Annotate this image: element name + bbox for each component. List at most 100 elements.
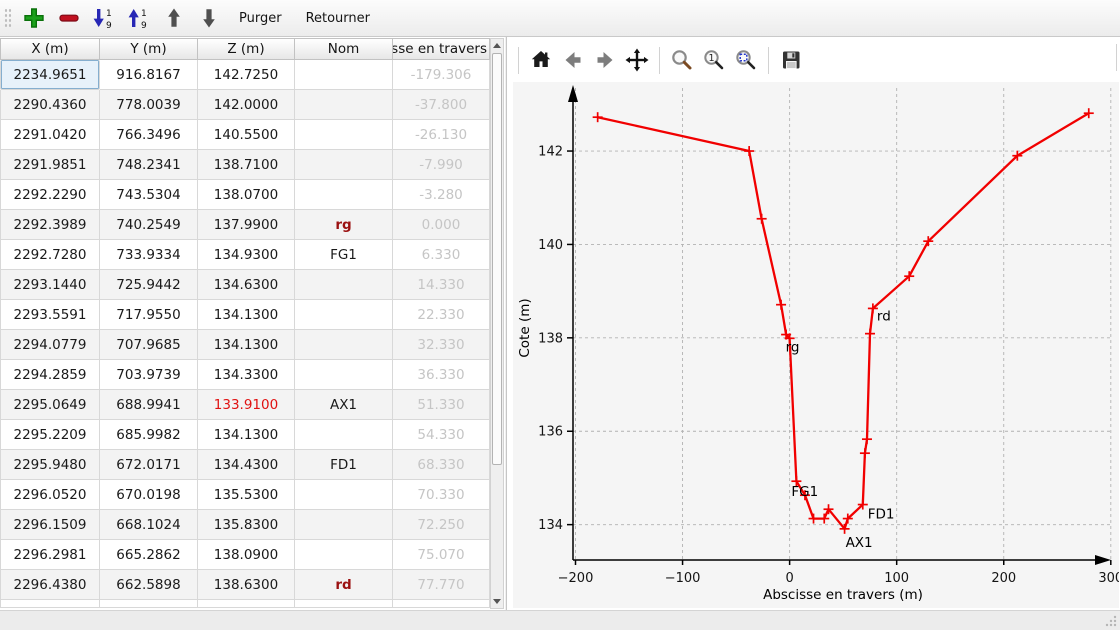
cell-nom[interactable] [295,510,393,540]
column-header-absc[interactable]: Abscisse en travers [393,38,490,60]
cell-z[interactable]: 137.9900 [198,210,295,240]
cell-nom[interactable] [295,300,393,330]
cell-x[interactable]: 2295.9480 [0,450,100,480]
cell-z[interactable]: 142.7250 [198,60,295,90]
cell-absc[interactable]: 54.330 [393,420,490,450]
cell-z[interactable]: 135.5300 [198,480,295,510]
cell-x[interactable]: 2294.0779 [0,330,100,360]
cell-z[interactable] [198,600,295,608]
cell-nom[interactable] [295,90,393,120]
cell-y[interactable]: 766.3496 [100,120,198,150]
cell-y[interactable]: 778.0039 [100,90,198,120]
cell-y[interactable]: 668.1024 [100,510,198,540]
cell-absc[interactable]: 72.250 [393,510,490,540]
zoom-rect-button[interactable] [733,47,759,73]
cell-nom[interactable]: FG1 [295,240,393,270]
cell-y[interactable]: 672.0171 [100,450,198,480]
cell-y[interactable]: 748.2341 [100,150,198,180]
cell-z[interactable]: 138.6300 [198,570,295,600]
sort-descending-button[interactable]: 19 [91,4,117,32]
cell-absc[interactable]: -179.306 [393,60,490,90]
cell-absc[interactable] [393,600,490,608]
save-button[interactable] [778,47,804,73]
cell-z[interactable]: 134.3300 [198,360,295,390]
cell-x[interactable]: 2296.4380 [0,570,100,600]
cell-x[interactable]: 2296.1509 [0,510,100,540]
back-arrow-button[interactable] [560,47,586,73]
cell-nom[interactable] [295,420,393,450]
cell-x[interactable]: 2290.4360 [0,90,100,120]
zoom-one-button[interactable]: 1 [701,47,727,73]
cell-nom[interactable] [295,480,393,510]
cell-z[interactable]: 134.1300 [198,300,295,330]
cell-z[interactable]: 135.8300 [198,510,295,540]
cell-absc[interactable]: 51.330 [393,390,490,420]
cell-absc[interactable]: 6.330 [393,240,490,270]
cell-y[interactable]: 670.0198 [100,480,198,510]
cell-nom[interactable] [295,120,393,150]
cell-x[interactable]: 2292.7280 [0,240,100,270]
cell-absc[interactable]: -7.990 [393,150,490,180]
cell-y[interactable]: 717.9550 [100,300,198,330]
cell-y[interactable]: 685.9982 [100,420,198,450]
cell-z[interactable]: 134.1300 [198,420,295,450]
cell-z[interactable]: 142.0000 [198,90,295,120]
cell-z[interactable]: 138.0900 [198,540,295,570]
cell-nom[interactable] [295,270,393,300]
cell-nom[interactable] [295,600,393,608]
cell-x[interactable]: 2293.5591 [0,300,100,330]
move-up-button[interactable] [161,4,187,32]
cell-absc[interactable]: 70.330 [393,480,490,510]
add-button[interactable] [21,4,47,32]
cell-y[interactable]: 740.2549 [100,210,198,240]
cell-x[interactable]: 2292.3989 [0,210,100,240]
cell-absc[interactable]: -3.280 [393,180,490,210]
cell-y[interactable]: 916.8167 [100,60,198,90]
cell-z[interactable]: 140.5500 [198,120,295,150]
cell-x[interactable]: 2291.0420 [0,120,100,150]
retourner-button[interactable]: Retourner [299,4,377,32]
zoom-button[interactable] [669,47,695,73]
table-scrollbar[interactable] [490,38,504,609]
cell-z[interactable]: 134.4300 [198,450,295,480]
cell-nom[interactable]: FD1 [295,450,393,480]
cell-x[interactable]: 2296.0520 [0,480,100,510]
cell-z[interactable]: 138.0700 [198,180,295,210]
cell-absc[interactable]: 22.330 [393,300,490,330]
cell-x[interactable]: 2293.1440 [0,270,100,300]
cell-absc[interactable]: 0.000 [393,210,490,240]
cell-nom[interactable]: AX1 [295,390,393,420]
cell-absc[interactable]: 14.330 [393,270,490,300]
cell-x[interactable]: 2295.0649 [0,390,100,420]
column-header-z[interactable]: Z (m) [198,38,295,60]
cell-z[interactable]: 134.1300 [198,330,295,360]
profile-figure[interactable]: −200−1000100200300134136138140142Absciss… [513,82,1119,608]
cell-absc[interactable]: 32.330 [393,330,490,360]
cell-absc[interactable]: 75.070 [393,540,490,570]
forward-arrow-button[interactable] [592,47,618,73]
cell-nom[interactable] [295,150,393,180]
scrollbar-thumb[interactable] [492,53,502,465]
cell-absc[interactable]: 36.330 [393,360,490,390]
remove-button[interactable] [56,4,82,32]
scroll-down-button[interactable] [491,595,503,608]
cell-z[interactable]: 134.9300 [198,240,295,270]
cross-section-chart[interactable]: −200−1000100200300134136138140142Absciss… [513,82,1119,608]
cell-y[interactable]: 665.2862 [100,540,198,570]
resize-grip-icon[interactable] [1104,614,1118,628]
cell-x[interactable]: 2294.2859 [0,360,100,390]
cell-y[interactable]: 688.9941 [100,390,198,420]
cell-nom[interactable]: rd [295,570,393,600]
sort-ascending-button[interactable]: 19 [126,4,152,32]
cell-y[interactable] [100,600,198,608]
cell-y[interactable]: 725.9442 [100,270,198,300]
cell-nom[interactable] [295,60,393,90]
cell-nom[interactable] [295,360,393,390]
purger-button[interactable]: Purger [232,4,289,32]
cell-y[interactable]: 733.9334 [100,240,198,270]
scroll-up-button[interactable] [491,39,503,52]
cell-y[interactable]: 707.9685 [100,330,198,360]
cell-x[interactable]: 2291.9851 [0,150,100,180]
column-header-nom[interactable]: Nom [295,38,393,60]
cell-y[interactable]: 703.9739 [100,360,198,390]
